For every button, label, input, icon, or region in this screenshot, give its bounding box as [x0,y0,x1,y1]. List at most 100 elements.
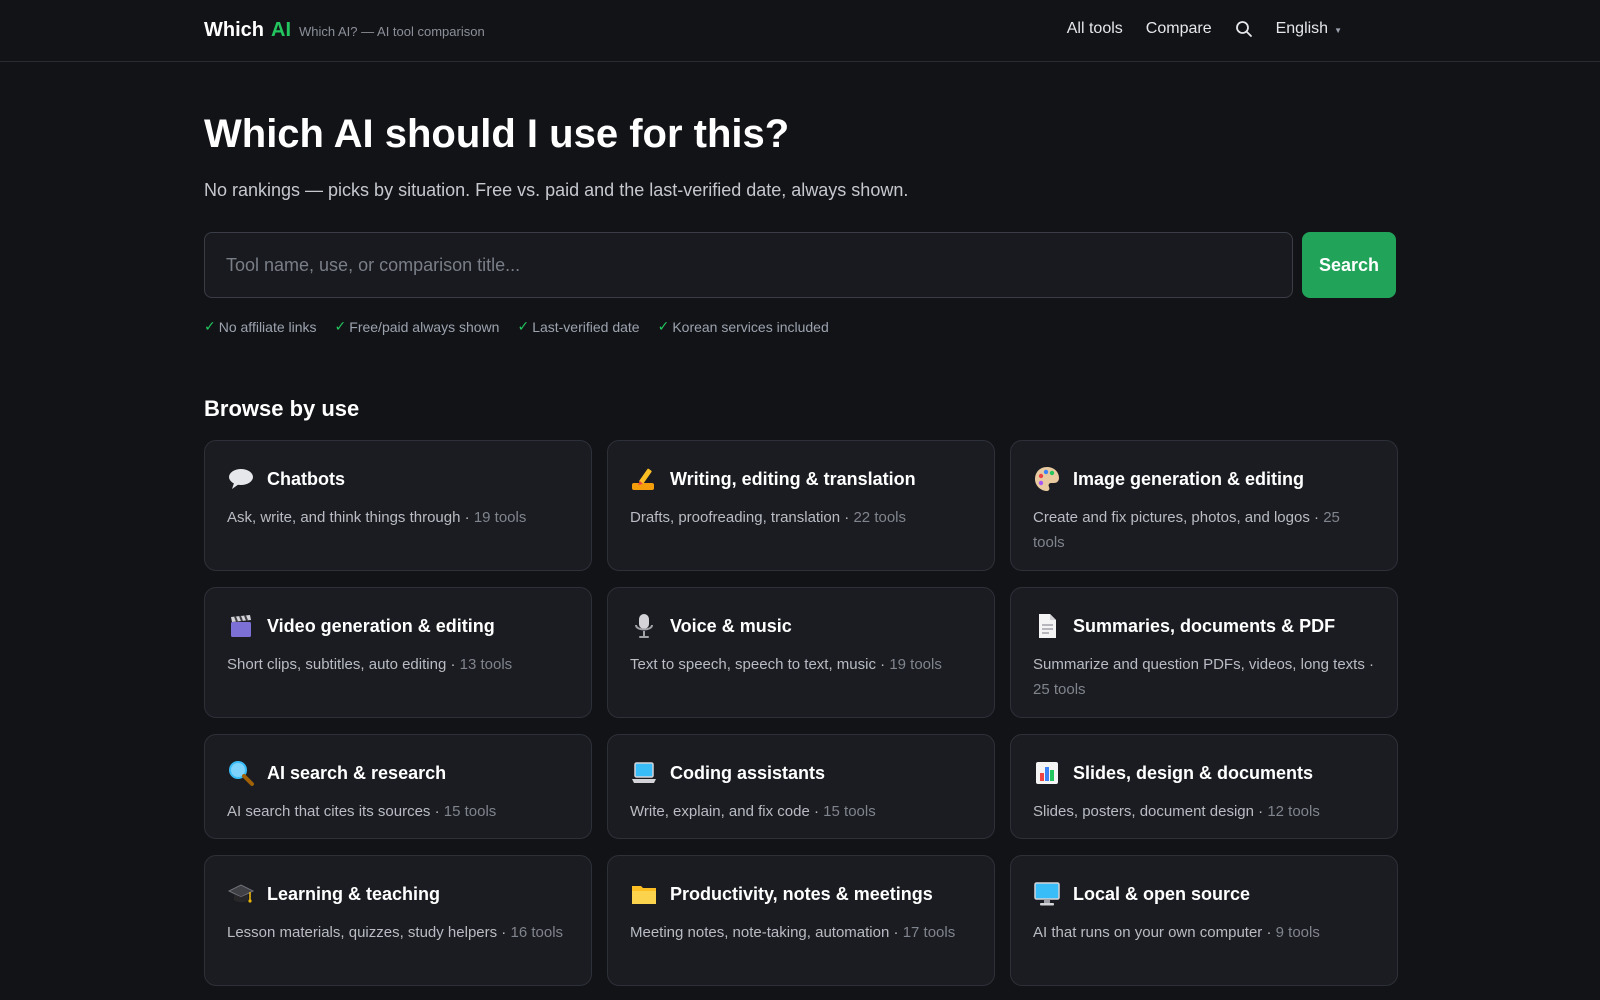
brand-word: Which [204,19,264,41]
card-title: Productivity, notes & meetings [670,883,933,904]
category-card-video[interactable]: Video generation & editing Short clips, … [204,587,592,718]
card-title: Learning & teaching [267,883,441,904]
category-card-summaries[interactable]: Summaries, documents & PDF Summarize and… [1010,587,1398,718]
speech-bubble-icon [229,469,253,489]
page-title: Which AI should I use for this? [204,112,790,156]
magnifier-icon [229,761,254,786]
card-description-text: Slides, posters, document design [1033,803,1254,820]
tool-count: 13 tools [459,656,513,673]
card-title: Slides, design & documents [1073,762,1314,783]
feature-label: Last-verified date [532,318,640,335]
microphone-icon [635,614,653,638]
card-description: Short clips, subtitles, auto editing · 1… [227,656,513,673]
card-description: Text to speech, speech to text, music · … [630,656,942,673]
card-description-text: Short clips, subtitles, auto editing [227,656,447,673]
card-description: Lesson materials, quizzes, study helpers… [227,924,564,941]
brand-accent: AI [271,19,291,41]
language-label: English [1275,20,1329,37]
card-description-text: Write, explain, and fix code [630,803,810,820]
document-icon [1039,614,1056,638]
category-card-learning[interactable]: Learning & teaching Lesson materials, qu… [204,855,592,986]
card-title: Writing, editing & translation [670,468,916,489]
search-input[interactable] [204,232,1293,298]
card-description: AI search that cites its sources · 15 to… [227,803,497,820]
tool-count: 15 tools [823,803,876,820]
bar-chart-icon [1036,762,1058,784]
language-selector[interactable]: English ▼ [1276,20,1342,38]
card-description-text: AI search that cites its sources [227,803,431,820]
card-description-text: Create and fix pictures, photos, and log… [1033,509,1310,526]
feature-label: No affiliate links [218,318,317,335]
brand-tagline: Which AI? — AI tool comparison [299,24,485,39]
desktop-computer-icon [1034,882,1060,906]
clapper-board-icon [231,615,251,637]
palette-icon [1035,467,1059,491]
category-card-image-generation[interactable]: Image generation & editing Create and fi… [1010,440,1398,571]
card-description: Slides, posters, document design · 12 to… [1033,803,1320,820]
category-card-ai-search[interactable]: AI search & research AI search that cite… [204,734,592,839]
main-nav: All tools Compare English ▼ [1067,20,1342,38]
tool-count: 16 tools [510,924,564,941]
search-icon[interactable] [1235,20,1253,38]
nav-compare-link[interactable]: Compare [1146,20,1212,38]
category-card-voice-music[interactable]: Voice & music Text to speech, speech to … [607,587,995,718]
card-description-text: Summarize and question PDFs, videos, lon… [1033,656,1365,673]
category-card-productivity[interactable]: Productivity, notes & meetings Meeting n… [607,855,995,986]
card-title: Coding assistants [670,762,826,783]
card-description: Write, explain, and fix code · 15 tools [630,803,876,820]
card-title: Video generation & editing [267,615,495,636]
feature-label: Korean services included [672,318,829,335]
graduation-cap-icon [227,884,255,903]
card-title: Local & open source [1073,883,1251,904]
tool-count: 19 tools [473,509,527,526]
tool-count: 25 tools [1033,681,1086,698]
check-icon: ✓ [517,318,530,334]
feature-item: ✓ Last-verified date [517,318,639,335]
card-title: Summaries, documents & PDF [1073,615,1336,636]
tool-count: 19 tools [889,656,942,673]
caret-down-icon: ▼ [1334,25,1342,35]
card-description-text: Drafts, proofreading, translation [630,509,841,526]
card-description: Drafts, proofreading, translation · 22 t… [630,509,907,526]
card-title: Voice & music [670,615,792,636]
feature-item: ✓ Korean services included [658,318,829,335]
card-description: Summarize and question PDFs, videos, lon… [1033,656,1374,698]
tool-count: 22 tools [853,509,907,526]
card-description-text: AI that runs on your own computer [1033,924,1263,941]
page-subtitle: No rankings — picks by situation. Free v… [204,180,909,200]
browse-section-title: Browse by use [204,396,360,421]
card-description-text: Text to speech, speech to text, music [630,656,876,673]
feature-item: ✓ Free/paid always shown [335,318,500,335]
check-icon: ✓ [204,318,216,334]
card-description: Ask, write, and think things through · 1… [227,509,527,526]
tool-count: 15 tools [443,803,497,820]
feature-list: ✓ No affiliate links ✓ Free/paid always … [204,318,829,335]
card-description: Create and fix pictures, photos, and log… [1033,509,1340,551]
card-title: AI search & research [267,762,447,783]
feature-item: ✓ No affiliate links [204,318,317,335]
laptop-icon [632,762,656,783]
tool-count: 17 tools [902,924,956,941]
category-card-coding[interactable]: Coding assistants Write, explain, and fi… [607,734,995,839]
card-description-text: Meeting notes, note-taking, automation [630,924,890,941]
tool-count: 12 tools [1267,803,1320,820]
feature-label: Free/paid always shown [349,318,500,335]
brand-logo[interactable]: Which AI Which AI? — AI tool comparison [204,19,485,42]
category-card-slides[interactable]: Slides, design & documents Slides, poste… [1010,734,1398,839]
top-bar: Which AI Which AI? — AI tool comparison … [0,0,1600,62]
folder-icon [632,886,656,904]
card-title: Image generation & editing [1073,468,1305,489]
category-card-writing[interactable]: Writing, editing & translation Drafts, p… [607,440,995,571]
category-card-chatbots[interactable]: Chatbots Ask, write, and think things th… [204,440,592,571]
card-description: Meeting notes, note-taking, automation ·… [630,924,956,941]
check-icon: ✓ [657,318,670,334]
writing-hand-icon [632,468,654,490]
tool-count: 9 tools [1275,924,1320,941]
category-card-local-open-source[interactable]: Local & open source AI that runs on your… [1010,855,1398,986]
card-title: Chatbots [267,468,345,489]
nav-all-tools-link[interactable]: All tools [1067,20,1123,38]
card-description: AI that runs on your own computer · 9 to… [1033,924,1320,941]
search-button[interactable]: Search [1302,232,1396,298]
check-icon: ✓ [334,318,347,334]
card-description-text: Lesson materials, quizzes, study helpers [227,924,498,941]
